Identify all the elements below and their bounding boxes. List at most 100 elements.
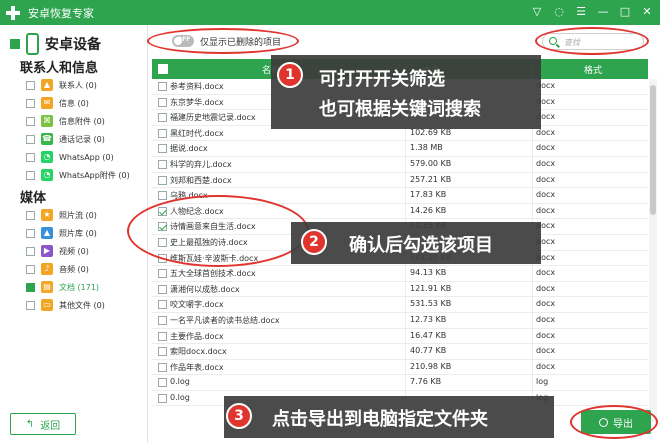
row-checkbox[interactable] bbox=[158, 284, 167, 294]
column-divider bbox=[532, 312, 533, 328]
item-checkbox[interactable] bbox=[26, 264, 35, 274]
sidebar-item-label: 其他文件 (0) bbox=[59, 300, 105, 310]
maximize-icon[interactable]: □ bbox=[618, 4, 632, 18]
chat-icon[interactable]: ◌ bbox=[552, 4, 566, 18]
minimize-icon[interactable]: — bbox=[596, 4, 610, 18]
file-format: docx bbox=[536, 174, 556, 184]
scrollbar-thumb[interactable] bbox=[650, 85, 656, 215]
sidebar-item-call-log[interactable]: ☎ 通话记录 (0) bbox=[26, 131, 105, 147]
file-size: 16.47 KB bbox=[410, 330, 447, 340]
sidebar-item-whatsapp[interactable]: ◔ WhatsApp (0) bbox=[26, 149, 114, 165]
file-name: 黑红时代.docx bbox=[170, 128, 224, 138]
document-icon: ▤ bbox=[41, 281, 53, 293]
row-checkbox[interactable] bbox=[158, 97, 167, 107]
column-divider bbox=[405, 344, 406, 359]
close-icon[interactable]: ✕ bbox=[640, 4, 654, 18]
sidebar-item-whatsapp-attachments[interactable]: ◔ WhatsApp附件 (0) bbox=[26, 167, 130, 183]
row-checkbox[interactable] bbox=[158, 331, 167, 341]
header-format[interactable]: 格式 bbox=[584, 63, 602, 76]
file-size: 14.26 KB bbox=[410, 205, 447, 215]
table-row[interactable]: 索阳docx.docx 40.77 KB docx bbox=[152, 344, 648, 360]
column-divider bbox=[532, 203, 533, 219]
item-checkbox[interactable] bbox=[26, 210, 35, 220]
table-row[interactable]: 刘邦和西楚.docx 257.21 KB docx bbox=[152, 172, 648, 189]
sidebar-item-photo-library[interactable]: ▲ 照片库 (0) bbox=[26, 225, 97, 241]
sidebar-item-message-attachments[interactable]: ⌘ 信息附件 (0) bbox=[26, 113, 105, 129]
row-checkbox[interactable] bbox=[158, 144, 167, 154]
callout-export: 3 点击导出到电脑指定文件夹 bbox=[224, 396, 554, 438]
table-row[interactable]: 潇湘何以成愁.docx 121.91 KB docx bbox=[152, 281, 648, 298]
device-row[interactable]: 安卓设备 bbox=[10, 33, 101, 55]
item-checkbox[interactable] bbox=[26, 152, 35, 162]
callout-line: 可打开开关筛选 bbox=[319, 69, 445, 90]
column-divider bbox=[532, 172, 533, 188]
item-checkbox[interactable] bbox=[26, 170, 35, 180]
file-name: 据说.docx bbox=[170, 144, 208, 154]
file-format: docx bbox=[536, 143, 556, 153]
file-format: docx bbox=[536, 205, 556, 215]
contacts-icon: ▲ bbox=[41, 79, 53, 91]
sidebar-item-audio[interactable]: ♪ 音频 (0) bbox=[26, 261, 89, 277]
sidebar: 安卓设备 联系人和信息 ▲ 联系人 (0) ✉ 信息 (0) ⌘ 信息附件 (0… bbox=[0, 25, 148, 443]
row-checkbox[interactable] bbox=[158, 159, 167, 169]
sidebar-item-messages[interactable]: ✉ 信息 (0) bbox=[26, 95, 89, 111]
item-checkbox[interactable] bbox=[26, 246, 35, 256]
file-format: docx bbox=[536, 127, 556, 137]
row-checkbox[interactable] bbox=[158, 175, 167, 185]
file-size: 257.21 KB bbox=[410, 174, 452, 184]
row-checkbox[interactable] bbox=[158, 82, 167, 91]
table-row[interactable]: 咬文嚼字.docx 531.53 KB docx bbox=[152, 297, 648, 313]
sidebar-item-label: WhatsApp (0) bbox=[59, 152, 114, 162]
row-checkbox[interactable] bbox=[158, 315, 167, 325]
row-checkbox[interactable] bbox=[158, 300, 167, 310]
item-checkbox[interactable] bbox=[26, 228, 35, 238]
table-row[interactable]: 0.log 7.76 KB log bbox=[152, 375, 648, 391]
scrollbar[interactable] bbox=[649, 79, 657, 423]
menu-icon[interactable]: ☰ bbox=[574, 4, 588, 18]
file-size: 531.53 KB bbox=[410, 299, 452, 309]
item-checkbox[interactable] bbox=[26, 80, 35, 90]
file-size: 121.91 KB bbox=[410, 283, 452, 293]
file-name: 作品年表.docx bbox=[170, 362, 224, 372]
row-checkbox[interactable] bbox=[158, 378, 167, 388]
row-checkbox[interactable] bbox=[158, 393, 167, 403]
file-name: 潇湘何以成愁.docx bbox=[170, 284, 240, 294]
device-checkbox[interactable] bbox=[10, 39, 20, 49]
table-row[interactable]: 科学的弃儿.docx 579.00 KB docx bbox=[152, 156, 648, 173]
app-title: 安卓恢复专家 bbox=[28, 6, 94, 20]
row-checkbox[interactable] bbox=[158, 362, 167, 372]
select-all-checkbox[interactable] bbox=[158, 64, 168, 74]
column-divider bbox=[405, 281, 406, 297]
row-checkbox[interactable] bbox=[158, 191, 167, 201]
message-icon: ✉ bbox=[41, 97, 53, 109]
item-checkbox[interactable] bbox=[26, 116, 35, 126]
table-row[interactable]: 作品年表.docx 210.98 KB docx bbox=[152, 359, 648, 376]
item-checkbox[interactable] bbox=[26, 282, 35, 292]
file-format: docx bbox=[536, 361, 556, 371]
column-divider bbox=[532, 359, 533, 375]
table-row[interactable]: 主要作品.docx 16.47 KB docx bbox=[152, 328, 648, 345]
sidebar-item-documents[interactable]: ▤ 文档 (171) bbox=[26, 279, 99, 295]
row-checkbox[interactable] bbox=[158, 113, 167, 123]
row-checkbox[interactable] bbox=[158, 128, 167, 138]
file-size: 579.00 KB bbox=[410, 158, 452, 168]
row-checkbox[interactable] bbox=[158, 269, 167, 279]
sidebar-item-other-files[interactable]: ▭ 其他文件 (0) bbox=[26, 297, 105, 313]
sidebar-item-video[interactable]: ▶ 视频 (0) bbox=[26, 243, 89, 259]
device-name: 安卓设备 bbox=[45, 37, 101, 53]
back-button[interactable]: ↰ 返回 bbox=[10, 413, 76, 435]
whatsapp-attachment-icon: ◔ bbox=[41, 169, 53, 181]
item-checkbox[interactable] bbox=[26, 98, 35, 108]
table-row[interactable]: 据说.docx 1.38 MB docx bbox=[152, 141, 648, 157]
file-format: docx bbox=[536, 268, 556, 278]
row-checkbox[interactable] bbox=[158, 347, 167, 357]
sidebar-item-contacts[interactable]: ▲ 联系人 (0) bbox=[26, 77, 97, 93]
item-checkbox[interactable] bbox=[26, 300, 35, 310]
sidebar-item-label: 通话记录 (0) bbox=[59, 134, 105, 144]
table-row[interactable]: 五大全球首创技术.docx 94.13 KB docx bbox=[152, 266, 648, 282]
file-name: 五大全球首创技术.docx bbox=[170, 269, 256, 279]
table-row[interactable]: 一名平凡读者的读书总结.docx 12.73 KB docx bbox=[152, 312, 648, 329]
sidebar-item-photo-stream[interactable]: ★ 照片流 (0) bbox=[26, 207, 97, 223]
wifi-icon[interactable]: ▽ bbox=[530, 4, 544, 18]
item-checkbox[interactable] bbox=[26, 134, 35, 144]
